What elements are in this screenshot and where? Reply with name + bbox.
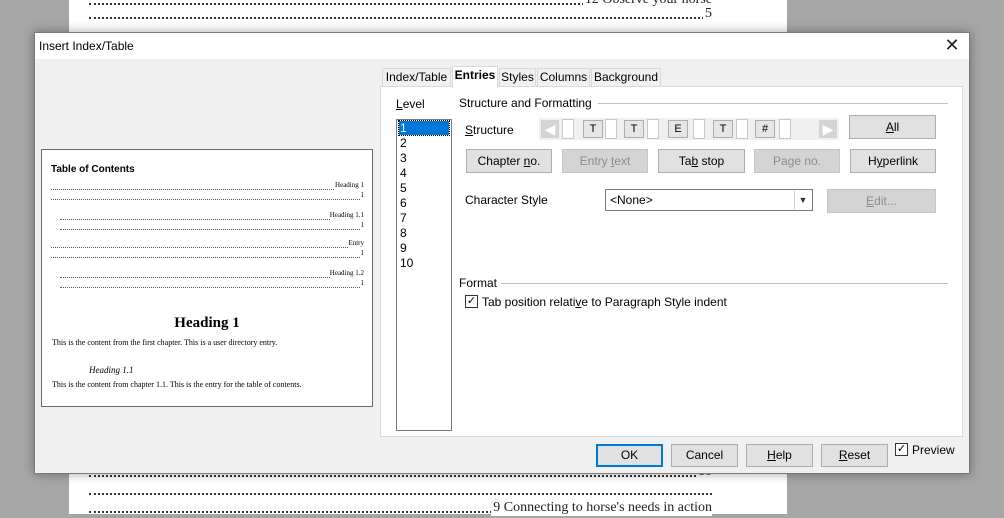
preview-paragraph: This is the content from the first chapt…	[52, 338, 278, 347]
preview-label: Preview	[912, 443, 955, 457]
structure-editor[interactable]: ◀ T T E T # ▶	[539, 118, 839, 140]
format-heading: Format	[459, 276, 498, 290]
doc-toc-line: 9 Connecting to horse's needs in action	[89, 502, 712, 518]
preview-toc-entry: Heading 1.1	[60, 211, 364, 220]
hyperlink-button[interactable]: Hyperlink	[850, 149, 936, 173]
level-item[interactable]: 6	[399, 196, 449, 210]
level-item[interactable]: 1	[398, 120, 450, 136]
tab-background[interactable]: Background	[591, 68, 661, 87]
close-icon[interactable]: ✕	[941, 35, 963, 57]
section-divider	[598, 103, 948, 104]
preview-panel: Table of Contents Heading 1 1 Heading 1.…	[41, 149, 373, 407]
structure-token[interactable]: #	[755, 120, 775, 138]
preview-heading-1-1: Heading 1.1	[89, 365, 134, 375]
level-item[interactable]: 2	[399, 136, 449, 150]
structure-gap[interactable]	[562, 119, 574, 139]
preview-toc-entry: 1	[60, 279, 364, 288]
level-item[interactable]: 9	[399, 241, 449, 255]
level-item[interactable]: 4	[399, 166, 449, 180]
level-item[interactable]: 5	[399, 181, 449, 195]
dialog-title: Insert Index/Table	[39, 39, 134, 53]
level-list[interactable]: 1 2 3 4 5 6 7 8 9 10	[396, 119, 452, 431]
tab-columns[interactable]: Columns	[537, 68, 590, 87]
structure-gap[interactable]	[779, 119, 791, 139]
all-button[interactable]: All	[849, 115, 936, 139]
ok-button[interactable]: OK	[596, 444, 663, 467]
reset-button[interactable]: Reset	[821, 444, 888, 467]
tab-stop-button[interactable]: Tab stop	[658, 149, 745, 173]
level-item[interactable]: 8	[399, 226, 449, 240]
left-arrow-icon[interactable]: ◀	[541, 120, 559, 138]
chapter-no-button[interactable]: Chapter no.	[466, 149, 552, 173]
page-no-button[interactable]: Page no.	[754, 149, 840, 173]
preview-heading-1: Heading 1	[174, 315, 240, 331]
chevron-down-icon[interactable]: ▼	[794, 191, 811, 209]
tab-position-label: Tab position relative to Paragraph Style…	[482, 295, 727, 309]
dialog-titlebar: Insert Index/Table ✕	[35, 33, 969, 59]
character-style-label: Character Style	[465, 193, 548, 207]
structure-gap[interactable]	[647, 119, 659, 139]
preview-toc-entry: Heading 1	[51, 181, 364, 190]
cancel-button[interactable]: Cancel	[671, 444, 738, 467]
level-item[interactable]: 3	[399, 151, 449, 165]
tab-position-checkbox[interactable]: ✓	[465, 295, 478, 308]
tab-index-table[interactable]: Index/Table	[382, 68, 451, 87]
preview-toc-entry: Heading 1.2	[60, 269, 364, 278]
structure-gap[interactable]	[736, 119, 748, 139]
structure-token[interactable]: T	[624, 120, 644, 138]
structure-gap[interactable]	[693, 119, 705, 139]
entries-tab-panel: Level 1 2 3 4 5 6 7 8 9 10 Structure and…	[380, 86, 963, 437]
preview-toc-entry: 1	[51, 249, 364, 258]
structure-token[interactable]: E	[668, 120, 688, 138]
structure-formatting-heading: Structure and Formatting	[459, 96, 592, 110]
structure-label: Structure	[465, 123, 514, 137]
structure-token[interactable]: T	[713, 120, 733, 138]
doc-toc-line: 5	[89, 8, 712, 24]
level-label: Level	[396, 97, 425, 111]
edit-button[interactable]: Edit...	[827, 189, 936, 213]
character-style-value: <None>	[610, 193, 653, 207]
tab-styles[interactable]: Styles	[499, 68, 536, 87]
structure-token[interactable]: T	[583, 120, 603, 138]
structure-gap[interactable]	[605, 119, 617, 139]
right-arrow-icon[interactable]: ▶	[819, 120, 837, 138]
preview-toc-entry: 1	[51, 191, 364, 200]
entry-text-button[interactable]: Entry text	[562, 149, 648, 173]
level-item[interactable]: 7	[399, 211, 449, 225]
level-item[interactable]: 10	[399, 256, 449, 270]
insert-index-dialog: Insert Index/Table ✕ Table of Contents H…	[34, 32, 970, 474]
preview-toc-title: Table of Contents	[51, 164, 135, 175]
preview-toc-entry: 1	[60, 221, 364, 230]
tab-entries[interactable]: Entries	[452, 66, 498, 88]
preview-toc-entry: Entry	[51, 239, 364, 248]
character-style-select[interactable]: <None> ▼	[605, 189, 813, 211]
doc-toc-line	[89, 484, 712, 500]
section-divider	[501, 283, 948, 284]
preview-checkbox[interactable]: ✓	[895, 443, 908, 456]
help-button[interactable]: Help	[746, 444, 813, 467]
preview-paragraph: This is the content from chapter 1.1. Th…	[52, 380, 302, 389]
